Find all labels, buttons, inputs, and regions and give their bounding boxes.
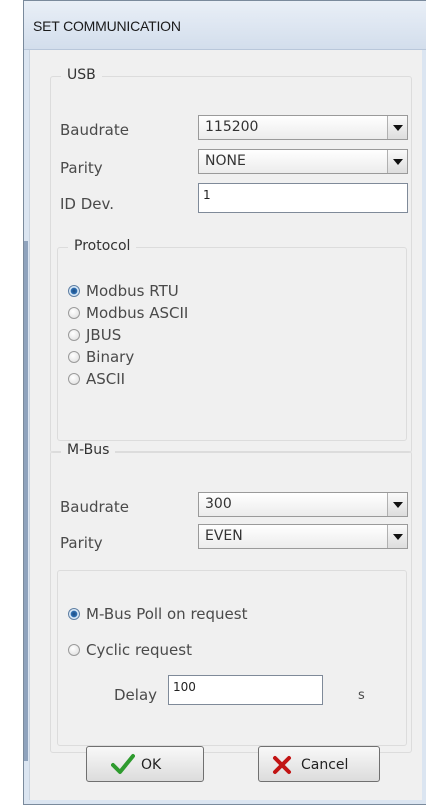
window-left-edge <box>24 241 28 761</box>
usb-baudrate-select[interactable]: 115200 <box>198 115 408 140</box>
id-dev-input[interactable]: 1 <box>198 183 408 213</box>
dialog-body: USB Baudrate 115200 Parity NONE ID Dev. … <box>29 50 422 800</box>
usb-baudrate-label: Baudrate <box>60 121 129 139</box>
title-bar: SET COMMUNICATION <box>24 1 426 50</box>
mbus-group: M-Bus Baudrate 300 Parity EVEN M-Bus Pol… <box>50 442 412 753</box>
window-title: SET COMMUNICATION <box>33 18 181 34</box>
chevron-down-icon <box>393 125 403 131</box>
protocol-option-label: JBUS <box>86 326 122 344</box>
delay-input[interactable]: 100 <box>168 675 323 705</box>
mbus-parity-label: Parity <box>60 534 103 552</box>
usb-baudrate-dropdown-button[interactable] <box>387 116 407 139</box>
protocol-group: Protocol Modbus RTU Modbus ASCII JBUS Bi… <box>57 238 407 441</box>
mbus-baudrate-select[interactable]: 300 <box>198 492 408 517</box>
mbus-parity-select[interactable]: EVEN <box>198 524 408 549</box>
poll-mode-group: M-Bus Poll on request Cyclic request Del… <box>57 570 407 746</box>
mbus-baudrate-value: 300 <box>205 496 232 512</box>
mbus-baudrate-label: Baudrate <box>60 498 129 516</box>
chevron-down-icon <box>393 534 403 540</box>
set-communication-window: SET COMMUNICATION USB Baudrate 115200 Pa… <box>23 0 426 805</box>
id-dev-label: ID Dev. <box>60 195 115 213</box>
mbus-parity-value: EVEN <box>205 528 243 544</box>
chevron-down-icon <box>393 159 403 165</box>
usb-parity-label: Parity <box>60 159 103 177</box>
check-icon <box>111 753 135 779</box>
ok-button[interactable]: OK <box>86 746 204 782</box>
chevron-down-icon <box>393 502 403 508</box>
radio-button[interactable] <box>68 351 80 363</box>
x-icon <box>271 754 293 780</box>
protocol-option-label: Modbus ASCII <box>86 304 189 322</box>
usb-group: USB Baudrate 115200 Parity NONE ID Dev. … <box>50 67 412 453</box>
usb-legend: USB <box>61 67 102 83</box>
usb-parity-select[interactable]: NONE <box>198 149 408 174</box>
protocol-option-label: Binary <box>86 348 135 366</box>
delay-unit: s <box>358 688 365 703</box>
usb-parity-value: NONE <box>205 153 246 169</box>
cancel-label: Cancel <box>301 757 349 773</box>
radio-button[interactable] <box>68 644 80 656</box>
delay-value: 100 <box>173 680 196 694</box>
radio-button-selected[interactable] <box>68 608 80 620</box>
usb-baudrate-value: 115200 <box>205 119 259 135</box>
radio-button[interactable] <box>68 373 80 385</box>
id-dev-value: 1 <box>203 188 211 202</box>
radio-button[interactable] <box>68 307 80 319</box>
radio-button-selected[interactable] <box>68 285 80 297</box>
mbus-parity-dropdown-button[interactable] <box>387 525 407 548</box>
poll-on-request-label: M-Bus Poll on request <box>86 605 248 623</box>
mbus-baudrate-dropdown-button[interactable] <box>387 493 407 516</box>
protocol-option-label: ASCII <box>86 370 126 388</box>
usb-parity-dropdown-button[interactable] <box>387 150 407 173</box>
ok-label: OK <box>141 757 162 773</box>
mbus-legend: M-Bus <box>61 442 116 458</box>
radio-button[interactable] <box>68 329 80 341</box>
delay-label: Delay <box>114 686 158 704</box>
cancel-button[interactable]: Cancel <box>258 746 380 782</box>
protocol-legend: Protocol <box>68 238 137 254</box>
cyclic-request-label: Cyclic request <box>86 641 192 659</box>
protocol-option-label: Modbus RTU <box>86 282 179 300</box>
